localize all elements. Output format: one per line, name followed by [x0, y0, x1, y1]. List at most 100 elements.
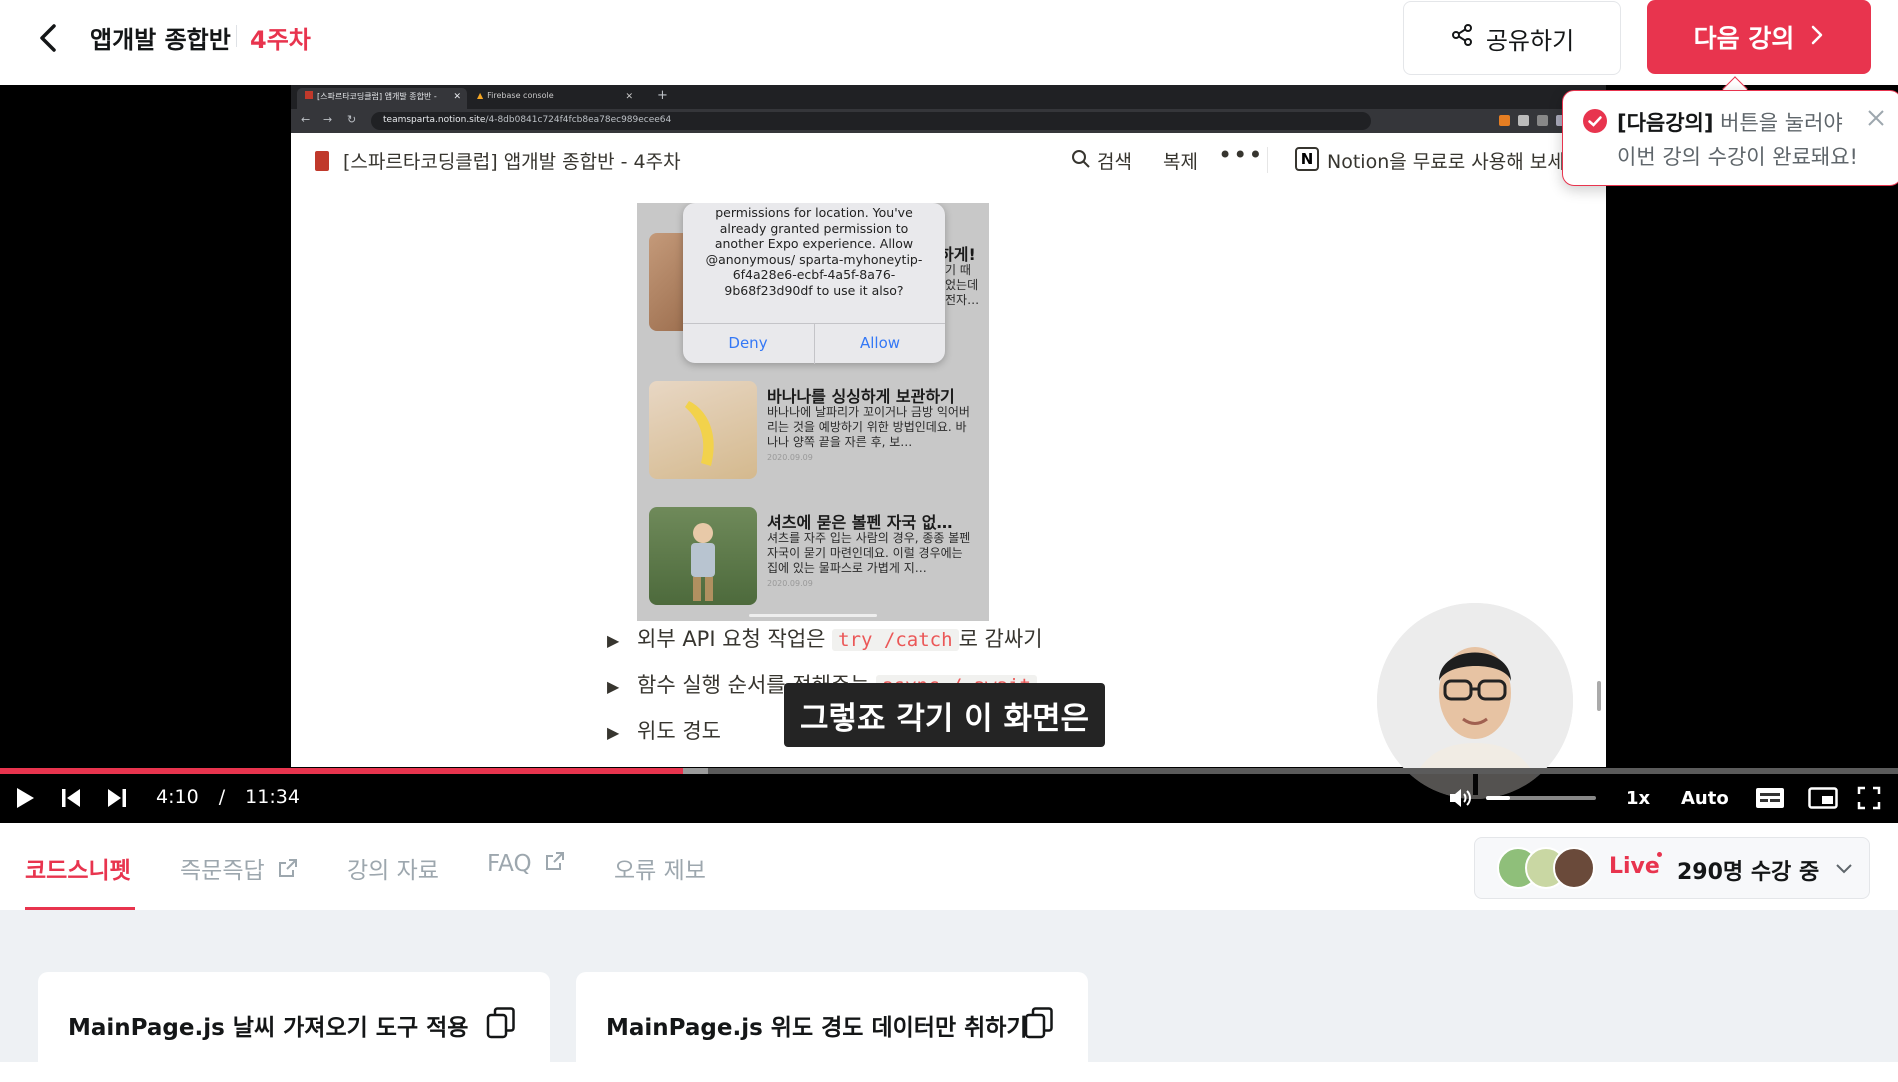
- fullscreen-icon[interactable]: [1857, 786, 1881, 814]
- share-label: 공유하기: [1485, 26, 1575, 55]
- toggle-text: 외부 API 요청 작업은: [637, 627, 833, 651]
- time-separator: /: [218, 786, 226, 808]
- video-player[interactable]: [스파르타코딩클럽] 앱개발 종합반 - ✕ ▲ Firebase console ✕…: [0, 85, 1898, 823]
- notion-search: 검색: [1097, 151, 1132, 173]
- week-label: 4주차: [250, 26, 311, 54]
- browser-tab-strip: [스파르타코딩클럽] 앱개발 종합반 - ✕ ▲ Firebase console ✕…: [291, 85, 1606, 109]
- snippet-card[interactable]: MainPage.js 날씨 가져오기 도구 적용: [38, 972, 550, 1082]
- triangle-right-icon: ▶: [607, 723, 620, 742]
- live-dot-icon: [1657, 852, 1662, 857]
- phone-card-title: 바나나를 싱싱하게 보관하기: [767, 387, 955, 406]
- snippet-card[interactable]: MainPage.js 위도 경도 데이터만 취하기: [576, 972, 1088, 1082]
- phone-card-body: 기 때 었는데 전자…: [945, 263, 980, 307]
- volume-slider[interactable]: [1486, 796, 1596, 800]
- phone-card-body: 셔츠를 자주 입는 사람의 경우, 종종 볼펜 자국이 묻기 마련인데요. 이럴…: [767, 531, 971, 575]
- snippet-title: MainPage.js 날씨 가져오기 도구 적용: [68, 1015, 469, 1041]
- tooltip-highlight: [다음강의]: [1617, 111, 1714, 135]
- player-controls: 4:10 / 11:34 1x Auto: [0, 774, 1898, 823]
- copy-icon[interactable]: [486, 1006, 516, 1040]
- next-lecture-tooltip: [다음강의] 버튼을 눌러야 이번 강의 수강이 완료돼요!: [1562, 90, 1898, 186]
- phone-card-body: 바나나에 날파리가 꼬이거나 금방 익어버리는 것을 예방하기 위한 방법인데요…: [767, 405, 970, 449]
- current-time: 4:10: [156, 786, 199, 808]
- search-icon: [1071, 149, 1091, 173]
- snippet-list: MainPage.js 날씨 가져오기 도구 적용 MainPage.js 위도…: [0, 910, 1898, 1082]
- quality-selector[interactable]: Auto: [1681, 788, 1729, 809]
- phone-card: 바나나를 싱싱하게 보관하기 바나나에 날파리가 꼬이거나 금방 익어버리는 것…: [649, 381, 977, 485]
- live-viewers-dropdown[interactable]: Live 290명 수강 중: [1474, 837, 1870, 899]
- toggle-item: ▶ 위도 경도: [607, 715, 721, 745]
- browser-address-bar: ← → ↻ teamsparta.notion.site/4-8db0841c7…: [291, 109, 1606, 133]
- phone-card-date: 2020.09.09: [767, 453, 813, 462]
- tab-label: 즉문즉답: [180, 858, 265, 884]
- close-icon[interactable]: [1865, 107, 1887, 129]
- triangle-right-icon: ▶: [607, 631, 620, 650]
- toggle-text: 위도 경도: [637, 719, 721, 743]
- time-display: 4:10 / 11:34: [156, 786, 300, 808]
- phone-card-date: 2020.09.09: [767, 579, 813, 588]
- chevron-down-icon: [1835, 860, 1853, 879]
- check-circle-icon: [1583, 109, 1607, 133]
- firebase-icon: ▲: [477, 91, 484, 100]
- share-button[interactable]: 공유하기: [1403, 1, 1621, 75]
- chevron-right-icon: [1810, 23, 1824, 52]
- browser-tab-label: [스파르타코딩클럽] 앱개발 종합반 -: [317, 92, 437, 101]
- browser-tab: ▲ Firebase console ✕: [469, 88, 639, 109]
- url-field: teamsparta.notion.site/4-8db0841c724f4fc…: [371, 112, 1371, 130]
- play-icon[interactable]: [14, 786, 36, 814]
- divider: [1267, 147, 1268, 173]
- back-arrow-icon[interactable]: [30, 18, 70, 58]
- extension-icon: [1518, 115, 1529, 126]
- allow-button: Allow: [859, 334, 901, 352]
- next-lecture-label: 다음 강의: [1693, 24, 1795, 53]
- triangle-right-icon: ▶: [607, 677, 620, 696]
- external-link-icon: [278, 858, 298, 884]
- url-path: /4-8db0841c724f4fcb8ea78ec989ecee64: [485, 115, 672, 125]
- copy-icon[interactable]: [1024, 1006, 1054, 1040]
- lecture-tabs: 코드스니펫 즉문즉답 강의 자료 FAQ 오류 제보 Live 290명 수강 …: [0, 823, 1898, 910]
- permission-dialog: permissions for location. You've already…: [683, 203, 945, 364]
- notion-logo-icon: N: [1295, 147, 1319, 171]
- notion-page-icon: [305, 91, 313, 99]
- next-lecture-button[interactable]: 다음 강의: [1647, 0, 1871, 74]
- new-tab-icon: +: [657, 88, 668, 103]
- playback-speed[interactable]: 1x: [1626, 788, 1650, 809]
- tab-qna[interactable]: 즉문즉답: [180, 851, 298, 885]
- banana-thumbnail: [649, 381, 757, 479]
- browser-tab: [스파르타코딩클럽] 앱개발 종합반 - ✕: [297, 88, 467, 109]
- course-title: 앱개발 종합반: [90, 26, 231, 54]
- picture-in-picture-icon[interactable]: [1808, 787, 1838, 813]
- close-icon: ✕: [625, 92, 633, 102]
- next-icon[interactable]: [106, 786, 128, 814]
- notion-duplicate: 복제: [1163, 151, 1198, 173]
- dialog-buttons: Deny Allow: [683, 323, 945, 364]
- notion-free-trial: Notion을 무료로 사용해 보세: [1327, 151, 1565, 173]
- book-icon: [315, 151, 329, 171]
- tab-faq[interactable]: FAQ: [487, 851, 565, 877]
- browser-tab-label: Firebase console: [487, 91, 554, 100]
- tab-code-snippets[interactable]: 코드스니펫: [25, 851, 131, 885]
- extension-icon: [1499, 115, 1510, 126]
- tab-label: FAQ: [487, 851, 532, 877]
- subtitles-icon[interactable]: [1755, 787, 1785, 813]
- tab-bug-report[interactable]: 오류 제보: [614, 851, 706, 885]
- snippet-title: MainPage.js 위도 경도 데이터만 취하기: [606, 1015, 1028, 1041]
- previous-icon[interactable]: [60, 786, 82, 814]
- phone-card: 셔츠에 묻은 볼펜 자국 없… 셔츠를 자주 입는 사람의 경우, 종종 볼펜 …: [649, 507, 977, 611]
- tab-lecture-materials[interactable]: 강의 자료: [347, 851, 439, 885]
- close-icon: ✕: [453, 92, 461, 102]
- tooltip-line: [다음강의] 버튼을 눌러야: [1617, 107, 1843, 137]
- tooltip-line: 이번 강의 수강이 완료돼요!: [1617, 145, 1858, 169]
- more-icon: •••: [1218, 141, 1264, 169]
- share-icon: [1450, 23, 1474, 53]
- title-divider: [236, 25, 237, 47]
- home-indicator: [749, 614, 877, 617]
- extension-icon: [1537, 115, 1548, 126]
- toggle-item: ▶ 외부 API 요청 작업은 try /catch 로 감싸기: [607, 623, 1043, 653]
- volume-icon[interactable]: [1448, 786, 1474, 814]
- duration: 11:34: [245, 786, 300, 808]
- top-bar: 앱개발 종합반 4주차 공유하기 다음 강의: [0, 0, 1898, 85]
- live-viewer-count: 290명 수강 중: [1677, 860, 1820, 885]
- deny-button: Deny: [728, 334, 768, 352]
- forward-icon: →: [323, 113, 333, 126]
- dialog-message: permissions for location. You've already…: [705, 205, 923, 298]
